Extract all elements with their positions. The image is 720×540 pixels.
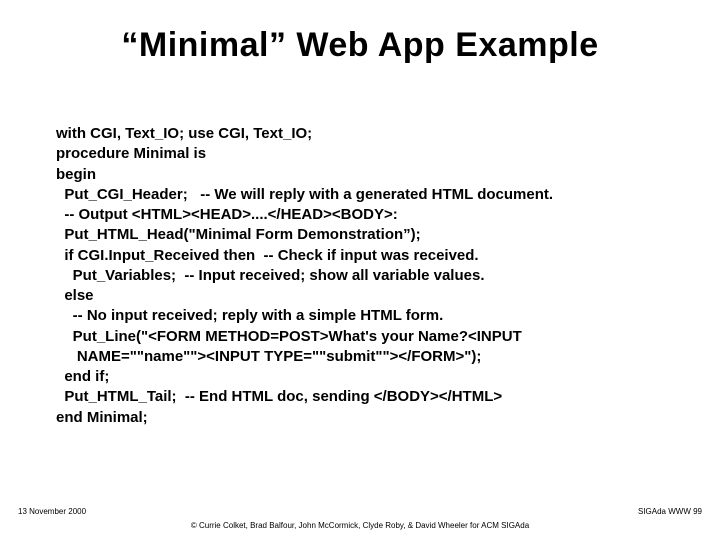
footer-event: SIGAda WWW 99	[638, 507, 702, 516]
code-block: with CGI, Text_IO; use CGI, Text_IO; pro…	[56, 124, 676, 428]
slide: “Minimal” Web App Example with CGI, Text…	[0, 0, 720, 540]
slide-title: “Minimal” Web App Example	[0, 26, 720, 65]
footer-copyright: © Currie Colket, Brad Balfour, John McCo…	[0, 521, 720, 530]
footer-date: 13 November 2000	[18, 507, 86, 516]
